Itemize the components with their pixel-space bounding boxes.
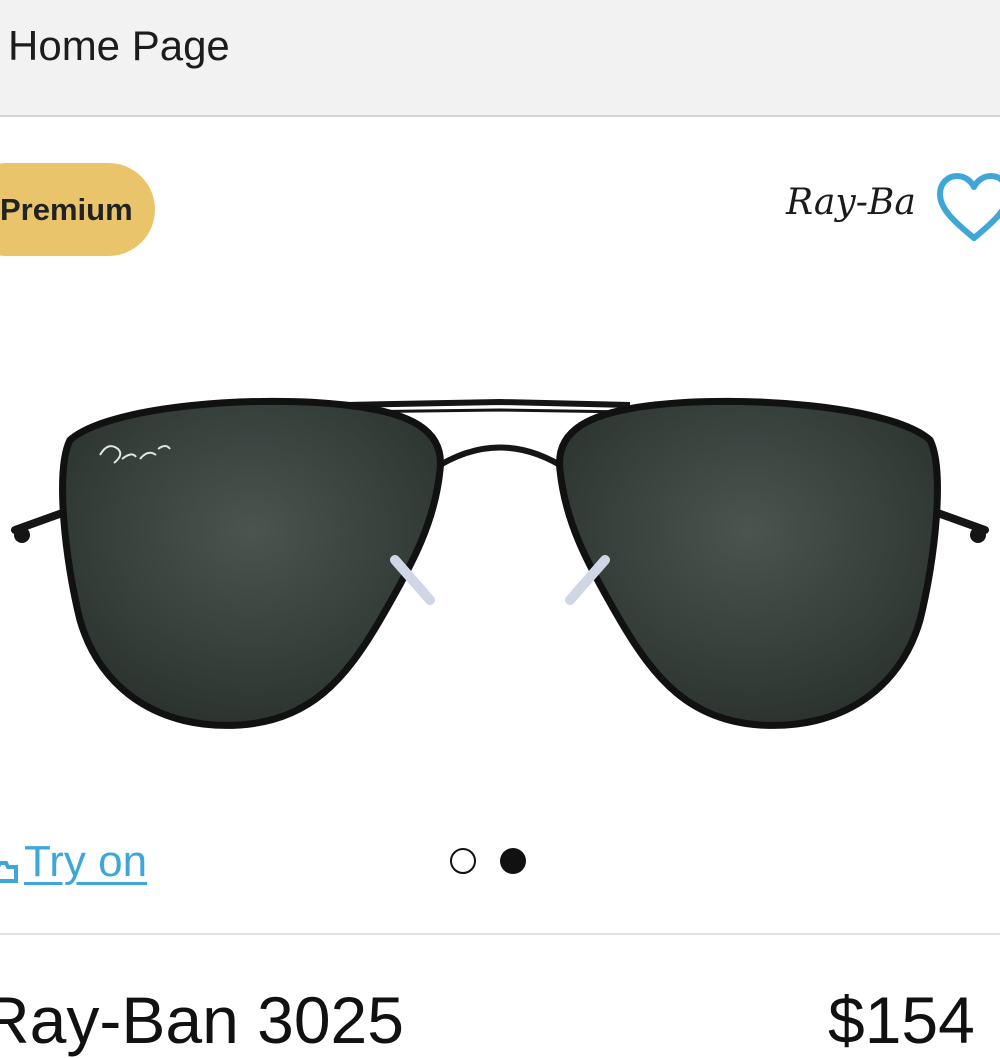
- premium-badge: Premium: [0, 163, 155, 256]
- carousel-dot-1[interactable]: [450, 848, 476, 874]
- try-on-link[interactable]: Try on: [0, 832, 147, 892]
- divider: [0, 933, 1000, 935]
- camera-icon: [0, 861, 18, 883]
- try-on-label[interactable]: Try on: [24, 837, 147, 887]
- favorite-heart-icon[interactable]: [934, 168, 1000, 248]
- svg-text:Ray-Ban: Ray-Ban: [785, 182, 914, 223]
- carousel-indicator: [450, 848, 526, 874]
- product-price: $154: [828, 983, 975, 1057]
- carousel-dot-2[interactable]: [500, 848, 526, 874]
- product-name: Ray-Ban 3025: [0, 983, 404, 1057]
- page-title: Home Page: [8, 22, 230, 69]
- product-image-sunglasses: [11, 397, 989, 729]
- brand-logo: Ray-Ban: [785, 182, 914, 223]
- premium-badge-label: Premium: [0, 192, 133, 227]
- header-bar: Home Page: [0, 0, 1000, 117]
